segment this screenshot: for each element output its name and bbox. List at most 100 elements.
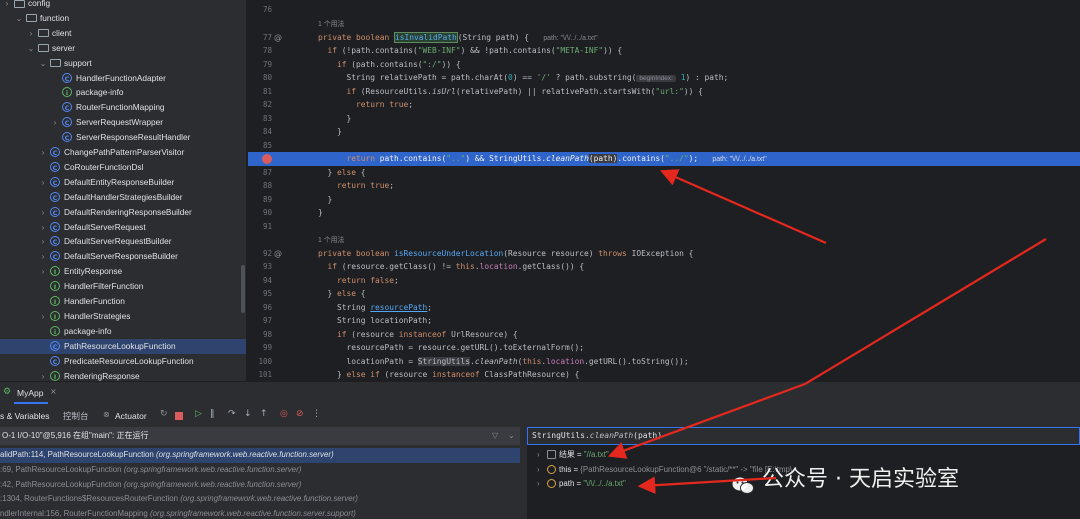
method-isInvalidPath[interactable]: isInvalidPath	[394, 31, 458, 43]
breakpoint-line[interactable]: return path.contains("..") && StringUtil…	[318, 152, 1080, 166]
var-name: 结果	[559, 450, 575, 459]
rerun-icon[interactable]: ↻	[160, 408, 168, 420]
chevron-down-icon[interactable]: ⌄	[14, 11, 24, 26]
tree-item[interactable]: › C DefaultServerRequest	[0, 220, 246, 235]
tree-item[interactable]: i package-info	[0, 324, 246, 339]
inline-value-path: path: "\/\/../../a.txt"	[543, 34, 598, 42]
tree-item[interactable]: › C ChangePathPatternParserVisitor	[0, 145, 246, 160]
tree-item[interactable]: C HandlerFunctionAdapter	[0, 71, 246, 86]
tree-item[interactable]: › config	[0, 0, 246, 11]
chevron-right-icon[interactable]: ›	[38, 249, 48, 264]
tree-item[interactable]: i package-info	[0, 85, 246, 100]
chevron-right-icon[interactable]: ›	[38, 145, 48, 160]
stack-frame[interactable]: alidPath:114, PathResourceLookupFunction…	[0, 448, 520, 463]
tree-item[interactable]: › C ServerRequestWrapper	[0, 115, 246, 130]
tab-variables[interactable]: s & Variables	[0, 403, 49, 429]
info-icon: I	[50, 310, 60, 321]
ide-window: › config ⌄ function › client ⌄ server ⌄ support C H…	[0, 0, 1080, 519]
tree-item[interactable]: › I HandlerStrategies	[0, 309, 246, 324]
tree-item[interactable]: › I RenderingResponse	[0, 369, 246, 382]
code-token: if	[337, 329, 347, 339]
view-breakpoints-icon[interactable]: ◎	[280, 408, 288, 420]
breakpoint-icon[interactable]	[262, 154, 272, 164]
tab-actuator[interactable]: Actuator	[115, 403, 147, 429]
usages-hint[interactable]: 1 个用法	[318, 21, 344, 28]
tree-item[interactable]: ⌄ support	[0, 56, 246, 71]
chevron-right-icon[interactable]: ›	[38, 220, 48, 235]
chevron-right-icon[interactable]: ›	[50, 115, 60, 130]
chevron-right-icon[interactable]: ›	[38, 175, 48, 190]
chevron-right-icon[interactable]: ›	[38, 234, 48, 249]
code-token: this	[522, 356, 542, 366]
step-out-icon[interactable]: ↑	[260, 408, 268, 420]
watermark-text: 公众号 · 天启实验室	[762, 467, 959, 492]
param-hint-beginIndex: beginIndex:	[636, 75, 676, 82]
more-icon[interactable]: ⋮	[312, 408, 321, 420]
debug-header: ⚙ MyApp ×	[0, 381, 1080, 404]
editor-gutter[interactable]: 76 77 @78 79 80 81 82 83 84 85 87 88 89 90 91 92 @93 94 95…	[248, 0, 300, 381]
stack-frame[interactable]: :69, PathResourceLookupFunction (org.spr…	[0, 463, 520, 478]
stop-icon[interactable]	[175, 412, 183, 420]
splitter[interactable]	[520, 427, 527, 519]
tree-item[interactable]: › I EntityResponse	[0, 264, 246, 279]
chevron-right-icon[interactable]: ›	[26, 26, 36, 41]
chevron-down-icon[interactable]: ⌄	[508, 427, 515, 445]
code-area[interactable]: 1 个用法 private boolean isInvalidPath(Stri…	[318, 0, 1080, 381]
stack-frame[interactable]: :1304, RouterFunctions$ResourcesRouterFu…	[0, 492, 520, 507]
chevron-right-icon[interactable]: ›	[38, 264, 48, 279]
tree-item[interactable]: ⌄ server	[0, 41, 246, 56]
mute-breakpoints-icon[interactable]: ⊘	[296, 408, 304, 420]
close-icon[interactable]: ×	[50, 387, 57, 396]
selected-expression[interactable]: (path)	[588, 154, 618, 163]
stack-frame[interactable]: :42, PathResourceLookupFunction (org.spr…	[0, 478, 520, 493]
thread-selector[interactable]: O-1 I/O-10"@5,916 在组"main": 正在运行 ▽ ⌄	[0, 427, 520, 445]
tree-item[interactable]: C PredicateResourceLookupFunction	[0, 354, 246, 369]
tab-console[interactable]: 控制台	[63, 403, 89, 429]
chevron-right-icon[interactable]: ›	[38, 369, 48, 382]
chevron-right-icon[interactable]: ›	[38, 309, 48, 324]
line-number: 101	[258, 370, 272, 379]
step-over-icon[interactable]: ↷	[228, 408, 236, 420]
code-editor[interactable]: 76 77 @78 79 80 81 82 83 84 85 87 88 89 90 91 92 @93 94 95…	[248, 0, 1080, 381]
resume-icon[interactable]: ▷	[195, 408, 202, 420]
chevron-down-icon[interactable]: ⌄	[26, 41, 36, 56]
override-marker-icon[interactable]: @	[274, 31, 282, 45]
override-marker-icon[interactable]: @	[274, 247, 282, 261]
line-number: 79	[262, 59, 272, 69]
tree-item[interactable]: › C DefaultServerResponseBuilder	[0, 249, 246, 264]
method-isResourceUnderLocation[interactable]: isResourceUnderLocation	[394, 249, 503, 258]
code-token: .contains(	[617, 154, 665, 163]
filter-icon[interactable]: ▽	[492, 427, 498, 445]
line-number: 91	[262, 221, 272, 231]
tree-item[interactable]: I HandlerFunction	[0, 294, 246, 309]
tree-item[interactable]: › C DefaultRenderingResponseBuilder	[0, 205, 246, 220]
code-token: return true	[356, 100, 409, 109]
tree-item-label: DefaultRenderingResponseBuilder	[64, 206, 192, 217]
tree-item[interactable]: C CoRouterFunctionDsl	[0, 160, 246, 175]
tree-item[interactable]: C DefaultHandlerStrategiesBuilder	[0, 190, 246, 205]
tree-scrollbar[interactable]	[241, 265, 245, 313]
stack-frame[interactable]: ndlerInternal:156, RouterFunctionMapping…	[0, 507, 520, 519]
tree-item[interactable]: C PathResourceLookupFunction	[0, 338, 246, 354]
chevron-right-icon[interactable]: ›	[537, 476, 540, 491]
tree-item[interactable]: C ServerResponseResultHandler	[0, 130, 246, 145]
chevron-down-icon[interactable]: ⌄	[38, 56, 48, 71]
tree-item[interactable]: I HandlerFilterFunction	[0, 279, 246, 294]
usages-hint-2[interactable]: 1 个用法	[318, 237, 344, 244]
tree-item[interactable]: C RouterFunctionMapping	[0, 100, 246, 115]
tree-item-label: package-info	[64, 325, 112, 336]
tree-item[interactable]: › C DefaultServerRequestBuilder	[0, 234, 246, 249]
run-config-tab[interactable]: MyApp	[17, 382, 43, 404]
chevron-right-icon[interactable]: ›	[537, 462, 540, 477]
chevron-right-icon[interactable]: ›	[2, 0, 12, 11]
chevron-right-icon[interactable]: ›	[38, 205, 48, 220]
step-into-icon[interactable]: ↓	[244, 408, 252, 420]
evaluate-expression-input[interactable]: StringUtils.cleanPath(path)	[527, 427, 1080, 445]
var-value: "//a.txt"	[583, 450, 609, 459]
tree-item[interactable]: › C DefaultEntityResponseBuilder	[0, 175, 246, 190]
pause-icon[interactable]: ‖	[210, 408, 215, 420]
tree-item[interactable]: ⌄ function	[0, 11, 246, 26]
tree-item[interactable]: › client	[0, 26, 246, 41]
tree-item-label: EntityResponse	[64, 266, 123, 277]
chevron-right-icon[interactable]: ›	[537, 447, 540, 462]
